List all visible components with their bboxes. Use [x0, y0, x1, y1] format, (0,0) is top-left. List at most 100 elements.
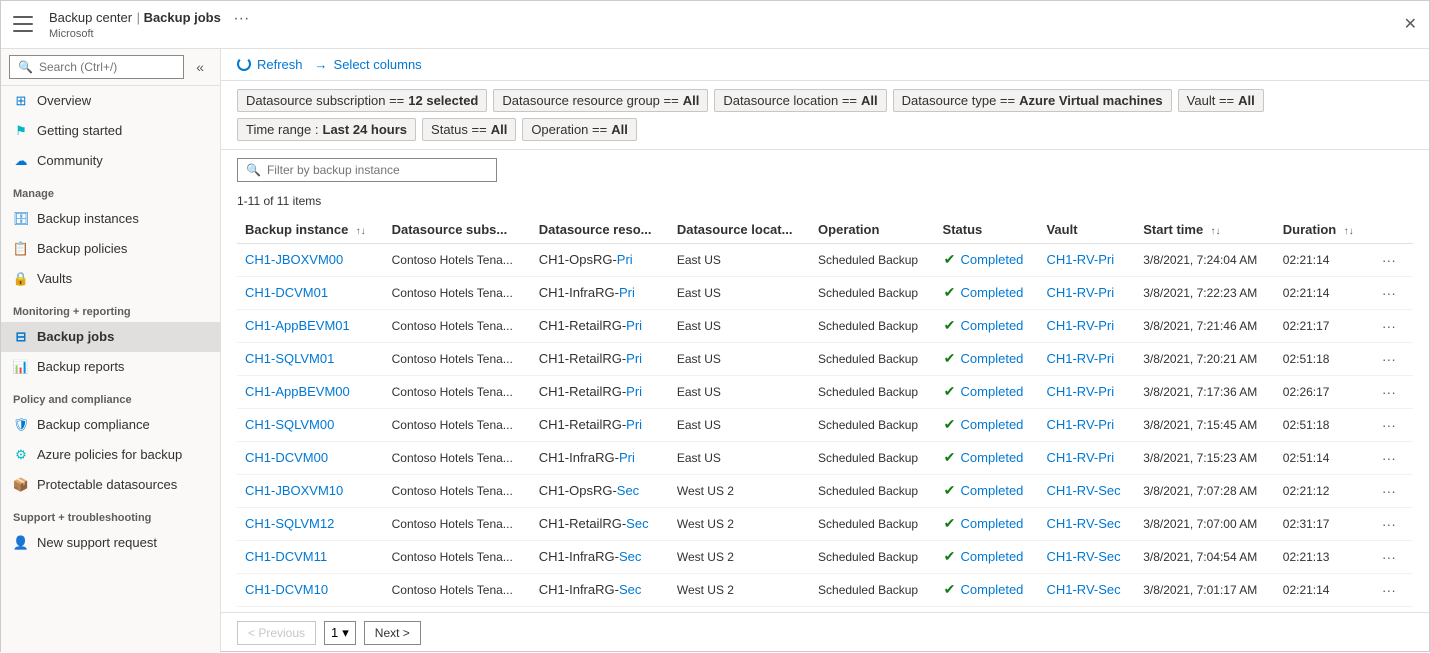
cell-status-2: ✔ Completed: [935, 309, 1039, 342]
completed-icon-4: ✔: [943, 385, 957, 399]
col-header-backup-instance[interactable]: Backup instance ↑↓: [237, 216, 384, 244]
filter-by-backup-instance-input[interactable]: [267, 163, 488, 177]
col-header-start-time[interactable]: Start time ↑↓: [1135, 216, 1275, 244]
row-more-button-5[interactable]: ···: [1376, 415, 1402, 435]
cell-sub-8: Contoso Hotels Tena...: [384, 507, 531, 540]
vault-link-1[interactable]: CH1-RV-Pri: [1046, 285, 1114, 300]
row-more-button-9[interactable]: ···: [1376, 547, 1402, 567]
vaults-icon: 🔒: [13, 271, 29, 287]
instance-link-3[interactable]: CH1-SQLVM01: [245, 351, 334, 366]
vault-link-9[interactable]: CH1-RV-Sec: [1046, 549, 1120, 564]
instance-link-0[interactable]: CH1-JBOXVM00: [245, 252, 343, 267]
vault-link-0[interactable]: CH1-RV-Pri: [1046, 252, 1114, 267]
vault-link-3[interactable]: CH1-RV-Pri: [1046, 351, 1114, 366]
toolbar: Refresh → Select columns: [221, 49, 1429, 81]
next-page-button[interactable]: Next >: [364, 621, 421, 645]
vault-link-7[interactable]: CH1-RV-Sec: [1046, 483, 1120, 498]
vault-link-8[interactable]: CH1-RV-Sec: [1046, 516, 1120, 531]
cell-instance-5: CH1-SQLVM00: [237, 408, 384, 441]
sidebar-item-community[interactable]: ☁ Community: [1, 146, 220, 176]
sidebar-item-backup-jobs[interactable]: ⊟ Backup jobs: [1, 322, 220, 352]
instance-link-9[interactable]: CH1-DCVM11: [245, 549, 327, 564]
page-title: Backup jobs: [144, 10, 221, 25]
cell-vault-1: CH1-RV-Pri: [1038, 276, 1135, 309]
filter-status[interactable]: Status == All: [422, 118, 516, 141]
instances-icon: 🗄: [13, 211, 29, 227]
item-count: 1-11 of 11 items: [221, 190, 1429, 216]
cell-sub-5: Contoso Hotels Tena...: [384, 408, 531, 441]
cell-more-2: ···: [1368, 309, 1413, 342]
cell-duration-1: 02:21:14: [1275, 276, 1368, 309]
filter-datasource-sub[interactable]: Datasource subscription == 12 selected: [237, 89, 487, 112]
row-more-button-7[interactable]: ···: [1376, 481, 1402, 501]
page-selector[interactable]: 1 ▾: [324, 621, 356, 645]
sidebar-item-backup-policies[interactable]: 📋 Backup policies: [1, 234, 220, 264]
instance-link-1[interactable]: CH1-DCVM01: [245, 285, 328, 300]
close-button[interactable]: ✕: [1404, 14, 1417, 34]
main-content: Refresh → Select columns Datasource subs…: [221, 49, 1429, 653]
cell-sub-1: Contoso Hotels Tena...: [384, 276, 531, 309]
instance-link-6[interactable]: CH1-DCVM00: [245, 450, 328, 465]
instance-link-2[interactable]: CH1-AppBEVM01: [245, 318, 350, 333]
vault-link-2[interactable]: CH1-RV-Pri: [1046, 318, 1114, 333]
refresh-button[interactable]: Refresh: [237, 57, 303, 72]
cell-more-3: ···: [1368, 342, 1413, 375]
cell-rg-4: CH1-RetailRG-Pri: [531, 375, 669, 408]
cell-instance-2: CH1-AppBEVM01: [237, 309, 384, 342]
cell-vault-7: CH1-RV-Sec: [1038, 474, 1135, 507]
instance-link-5[interactable]: CH1-SQLVM00: [245, 417, 334, 432]
sidebar-item-backup-reports[interactable]: 📊 Backup reports: [1, 352, 220, 382]
collapse-sidebar-button[interactable]: «: [188, 55, 212, 79]
filter-time-range[interactable]: Time range : Last 24 hours: [237, 118, 416, 141]
filter-datasource-rg[interactable]: Datasource resource group == All: [493, 89, 708, 112]
cell-loc-3: East US: [669, 342, 810, 375]
cell-vault-8: CH1-RV-Sec: [1038, 507, 1135, 540]
sidebar-search-box[interactable]: 🔍: [9, 55, 184, 79]
sidebar-item-backup-compliance[interactable]: 🛡 Backup compliance: [1, 410, 220, 440]
row-more-button-3[interactable]: ···: [1376, 349, 1402, 369]
sidebar-item-vaults[interactable]: 🔒 Vaults: [1, 264, 220, 294]
prev-page-button[interactable]: < Previous: [237, 621, 316, 645]
filter-vault[interactable]: Vault == All: [1178, 89, 1264, 112]
instance-link-4[interactable]: CH1-AppBEVM00: [245, 384, 350, 399]
sidebar-item-azure-policies[interactable]: ⚙ Azure policies for backup: [1, 440, 220, 470]
cell-sub-3: Contoso Hotels Tena...: [384, 342, 531, 375]
select-columns-button[interactable]: → Select columns: [315, 57, 422, 72]
row-more-button-2[interactable]: ···: [1376, 316, 1402, 336]
filter-input-box[interactable]: 🔍: [237, 158, 497, 182]
vault-link-10[interactable]: CH1-RV-Sec: [1046, 582, 1120, 597]
sidebar-item-new-support-request[interactable]: 👤 New support request: [1, 528, 220, 558]
hamburger-icon[interactable]: [13, 16, 33, 32]
cell-vault-2: CH1-RV-Pri: [1038, 309, 1135, 342]
filter-datasource-type[interactable]: Datasource type == Azure Virtual machine…: [893, 89, 1172, 112]
col-header-duration[interactable]: Duration ↑↓: [1275, 216, 1368, 244]
row-more-button-4[interactable]: ···: [1376, 382, 1402, 402]
instance-link-7[interactable]: CH1-JBOXVM10: [245, 483, 343, 498]
sidebar-item-backup-instances[interactable]: 🗄 Backup instances: [1, 204, 220, 234]
filter-datasource-location[interactable]: Datasource location == All: [714, 89, 886, 112]
row-more-button-8[interactable]: ···: [1376, 514, 1402, 534]
row-more-button-6[interactable]: ···: [1376, 448, 1402, 468]
cell-more-1: ···: [1368, 276, 1413, 309]
sidebar-item-protectable-datasources[interactable]: 📦 Protectable datasources: [1, 470, 220, 500]
vault-link-6[interactable]: CH1-RV-Pri: [1046, 450, 1114, 465]
cell-start-6: 3/8/2021, 7:15:23 AM: [1135, 441, 1275, 474]
app-header: Backup center | Backup jobs ··· Microsof…: [1, 1, 1429, 49]
cell-rg-3: CH1-RetailRG-Pri: [531, 342, 669, 375]
cell-duration-7: 02:21:12: [1275, 474, 1368, 507]
instance-link-10[interactable]: CH1-DCVM10: [245, 582, 328, 597]
row-more-button-1[interactable]: ···: [1376, 283, 1402, 303]
sidebar-item-getting-started[interactable]: ⚑ Getting started: [1, 116, 220, 146]
vault-link-5[interactable]: CH1-RV-Pri: [1046, 417, 1114, 432]
cell-status-6: ✔ Completed: [935, 441, 1039, 474]
cell-sub-7: Contoso Hotels Tena...: [384, 474, 531, 507]
instance-link-8[interactable]: CH1-SQLVM12: [245, 516, 334, 531]
vault-link-4[interactable]: CH1-RV-Pri: [1046, 384, 1114, 399]
search-input[interactable]: [39, 60, 175, 74]
cell-start-7: 3/8/2021, 7:07:28 AM: [1135, 474, 1275, 507]
sidebar-item-overview[interactable]: ⊞ Overview: [1, 86, 220, 116]
row-more-button-0[interactable]: ···: [1376, 250, 1402, 270]
filter-operation[interactable]: Operation == All: [522, 118, 637, 141]
more-options-button[interactable]: ···: [233, 10, 249, 28]
row-more-button-10[interactable]: ···: [1376, 580, 1402, 600]
